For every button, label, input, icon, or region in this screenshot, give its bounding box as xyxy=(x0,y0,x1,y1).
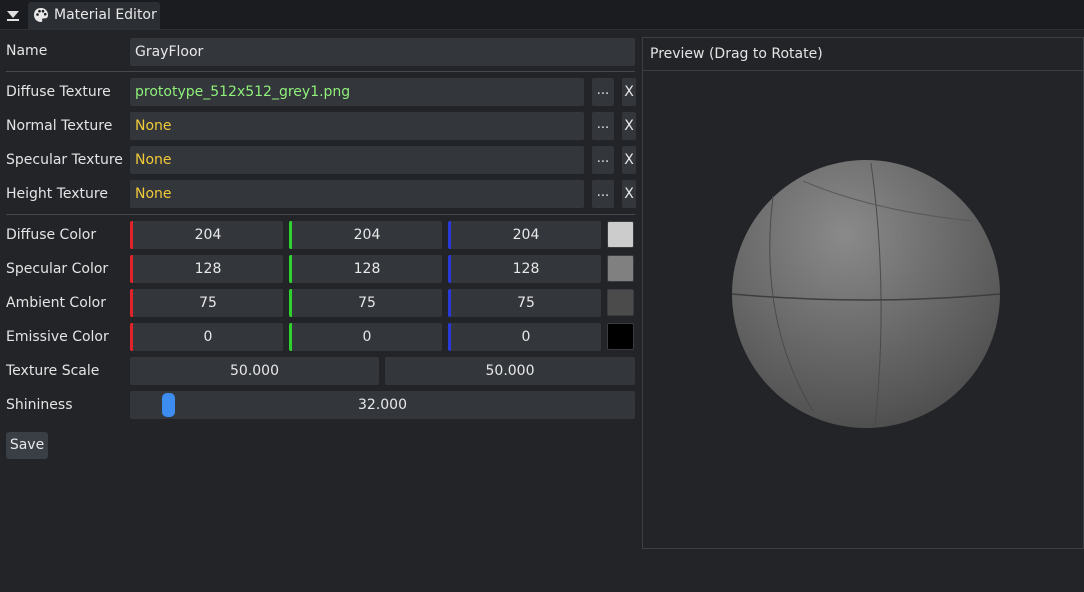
ambient-color-b-input[interactable]: 75 xyxy=(448,289,601,317)
specular-color-label: Specular Color xyxy=(6,261,109,277)
diffuse-color-label: Diffuse Color xyxy=(6,227,97,243)
specular-texture-field[interactable]: None xyxy=(130,146,584,174)
preview-viewport[interactable] xyxy=(643,71,1083,548)
height-texture-clear-button[interactable]: X xyxy=(622,180,636,208)
diffuse-texture-browse-button[interactable]: ... xyxy=(592,78,614,106)
preview-panel: Preview (Drag to Rotate) xyxy=(642,37,1084,549)
diffuse-color-g-input[interactable]: 204 xyxy=(289,221,442,249)
normal-texture-label: Normal Texture xyxy=(6,118,113,134)
title-bar: Material Editor xyxy=(0,0,1084,30)
collapse-arrow-icon[interactable] xyxy=(7,11,19,21)
diffuse-color-r-input[interactable]: 204 xyxy=(130,221,283,249)
diffuse-texture-label: Diffuse Texture xyxy=(6,84,111,100)
height-texture-field[interactable]: None xyxy=(130,180,584,208)
specular-color-b-input[interactable]: 128 xyxy=(448,255,601,283)
tab-label: Material Editor xyxy=(54,7,157,23)
emissive-color-swatch[interactable] xyxy=(607,323,634,350)
material-name-input[interactable]: GrayFloor xyxy=(130,38,635,66)
specular-texture-browse-button[interactable]: ... xyxy=(592,146,614,174)
preview-header: Preview (Drag to Rotate) xyxy=(643,38,1083,71)
diffuse-color-b-input[interactable]: 204 xyxy=(448,221,601,249)
texture-scale-v-input[interactable]: 50.000 xyxy=(385,357,635,385)
height-texture-label: Height Texture xyxy=(6,186,108,202)
normal-texture-browse-button[interactable]: ... xyxy=(592,112,614,140)
shininess-value: 32.000 xyxy=(358,397,407,413)
texture-scale-u-input[interactable]: 50.000 xyxy=(130,357,379,385)
emissive-color-b-input[interactable]: 0 xyxy=(448,323,601,351)
diffuse-color-swatch[interactable] xyxy=(607,221,634,248)
save-button[interactable]: Save xyxy=(6,432,48,459)
diffuse-texture-field[interactable]: prototype_512x512_grey1.png xyxy=(130,78,584,106)
preview-title: Preview (Drag to Rotate) xyxy=(650,46,823,62)
normal-texture-field[interactable]: None xyxy=(130,112,584,140)
texture-scale-label: Texture Scale xyxy=(6,363,100,379)
height-texture-browse-button[interactable]: ... xyxy=(592,180,614,208)
shininess-label: Shininess xyxy=(6,397,73,413)
emissive-color-r-input[interactable]: 0 xyxy=(130,323,283,351)
specular-color-swatch[interactable] xyxy=(607,255,634,282)
specular-texture-label: Specular Texture xyxy=(6,152,123,168)
palette-icon xyxy=(34,8,48,22)
sphere-preview[interactable] xyxy=(643,71,1083,548)
divider xyxy=(6,214,635,215)
ambient-color-r-input[interactable]: 75 xyxy=(130,289,283,317)
tab-material-editor[interactable]: Material Editor xyxy=(28,2,160,29)
emissive-color-label: Emissive Color xyxy=(6,329,109,345)
specular-color-g-input[interactable]: 128 xyxy=(289,255,442,283)
name-label: Name xyxy=(6,43,48,59)
divider xyxy=(6,71,635,72)
emissive-color-g-input[interactable]: 0 xyxy=(289,323,442,351)
ambient-color-label: Ambient Color xyxy=(6,295,106,311)
ambient-color-swatch[interactable] xyxy=(607,289,634,316)
diffuse-texture-clear-button[interactable]: X xyxy=(622,78,636,106)
specular-color-r-input[interactable]: 128 xyxy=(130,255,283,283)
ambient-color-g-input[interactable]: 75 xyxy=(289,289,442,317)
specular-texture-clear-button[interactable]: X xyxy=(622,146,636,174)
normal-texture-clear-button[interactable]: X xyxy=(622,112,636,140)
